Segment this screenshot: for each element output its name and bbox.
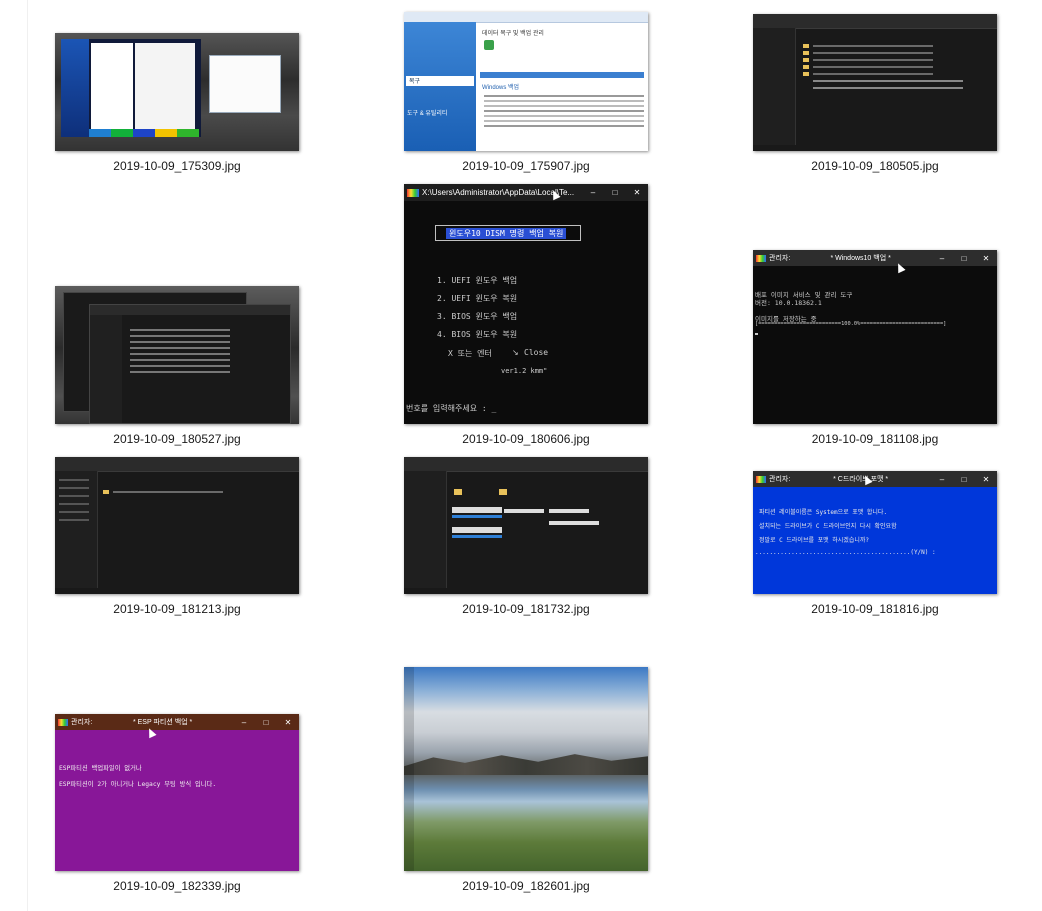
- thumbnail: [55, 286, 299, 424]
- close-icon: ✕: [982, 253, 990, 263]
- maximize-icon: □: [612, 188, 618, 197]
- menu-item: 1. UEFI 윈도우 백업: [437, 276, 518, 285]
- minimize-icon: –: [939, 253, 945, 263]
- minimize-icon: –: [590, 188, 596, 197]
- thumbnail: 관리자: * Windows10 백업 * – □ ✕ 배포 이미지 서비스 및…: [753, 250, 997, 424]
- console-title: * C드라이브 포맷 *: [833, 476, 889, 483]
- file-name: 2019-10-09_181816.jpg: [811, 602, 939, 616]
- version-label: ver1.2 kmm": [501, 367, 548, 375]
- thumbnail: [753, 14, 997, 151]
- input-prompt: 번호를 입력해주세요 : _: [406, 404, 497, 413]
- file-name: 2019-10-09_175309.jpg: [113, 159, 241, 173]
- console-line: 정말로 C 드라이브를 포맷 하시겠습니까?: [759, 537, 869, 544]
- thumbnail: [55, 33, 299, 151]
- console-line: ESP파티션 백업파일이 없거나: [59, 765, 142, 772]
- left-divider: [27, 0, 28, 911]
- sidebar-item-tools: 도구 & 유틸리티: [407, 111, 448, 117]
- thumbnail: 복구 도구 & 유틸리티 데이터 복구 및 백업 관리 Windows 백업: [404, 12, 648, 151]
- close-hint: Close: [524, 348, 549, 357]
- console-line: ESP파티션이 2가 아니거나 Legacy 부팅 방식 입니다.: [59, 781, 217, 788]
- section-label: Windows 백업: [482, 85, 520, 91]
- file-name: 2019-10-09_182601.jpg: [462, 879, 590, 893]
- thumbnail: 관리자: * ESP 파티션 백업 * – □ ✕ ESP파티션 백업파일이 없…: [55, 714, 299, 871]
- file-name: 2019-10-09_181108.jpg: [811, 432, 939, 446]
- thumbnail: X:\Users\Administrator\AppData\Local\Te.…: [404, 184, 648, 424]
- window-title: 데이터 복구 및 백업 관리: [482, 31, 544, 37]
- admin-label: 관리자:: [769, 476, 791, 483]
- console-line: 설치되는 드라이브가 C 드라이브인지 다시 확인요함: [759, 523, 897, 530]
- close-icon: ✕: [633, 188, 641, 197]
- minimize-icon: –: [939, 474, 945, 484]
- maximize-icon: □: [961, 474, 967, 484]
- file-name: 2019-10-09_182339.jpg: [113, 879, 241, 893]
- maximize-icon: □: [961, 253, 967, 263]
- thumbnail: 관리자: * C드라이브 포맷 * – □ ✕ 파티션 레이블이름은 Syste…: [753, 471, 997, 594]
- progress-text: [==========================100.0%=======…: [755, 321, 947, 327]
- admin-label: 관리자:: [769, 255, 791, 262]
- thumbnail: [55, 457, 299, 594]
- menu-header: 윈도우10 DISM 명령 백업 복원: [446, 228, 567, 239]
- file-name: 2019-10-09_175907.jpg: [462, 159, 590, 173]
- menu-item: 3. BIOS 윈도우 백업: [437, 312, 518, 321]
- confirm-prompt: ........................................…: [755, 549, 936, 556]
- file-name: 2019-10-09_181213.jpg: [113, 602, 241, 616]
- exit-hint: X 또는 엔터: [448, 349, 492, 358]
- console-title: * ESP 파티션 백업 *: [132, 719, 193, 726]
- close-icon: ✕: [982, 474, 990, 484]
- file-name: 2019-10-09_180606.jpg: [462, 432, 590, 446]
- thumbnail: [404, 667, 648, 871]
- maximize-icon: □: [263, 717, 269, 727]
- console-line: 버전: 10.0.18362.1: [755, 299, 822, 307]
- arrow-icon: ↘: [512, 348, 519, 357]
- menu-item: 4. BIOS 윈도우 복원: [437, 330, 518, 339]
- sidebar-item-recovery: 복구: [406, 76, 474, 86]
- close-icon: ✕: [284, 717, 292, 727]
- file-name: 2019-10-09_181732.jpg: [462, 602, 590, 616]
- file-name: 2019-10-09_180505.jpg: [811, 159, 939, 173]
- minimize-icon: –: [241, 717, 247, 727]
- thumbnail: [404, 457, 648, 594]
- admin-label: 관리자:: [71, 719, 93, 726]
- console-title: * Windows10 백업 *: [830, 255, 891, 262]
- console-line: 파티션 레이블이름은 System으로 포맷 합니다.: [759, 509, 888, 516]
- menu-item: 2. UEFI 윈도우 복원: [437, 294, 518, 303]
- file-name: 2019-10-09_180527.jpg: [113, 432, 241, 446]
